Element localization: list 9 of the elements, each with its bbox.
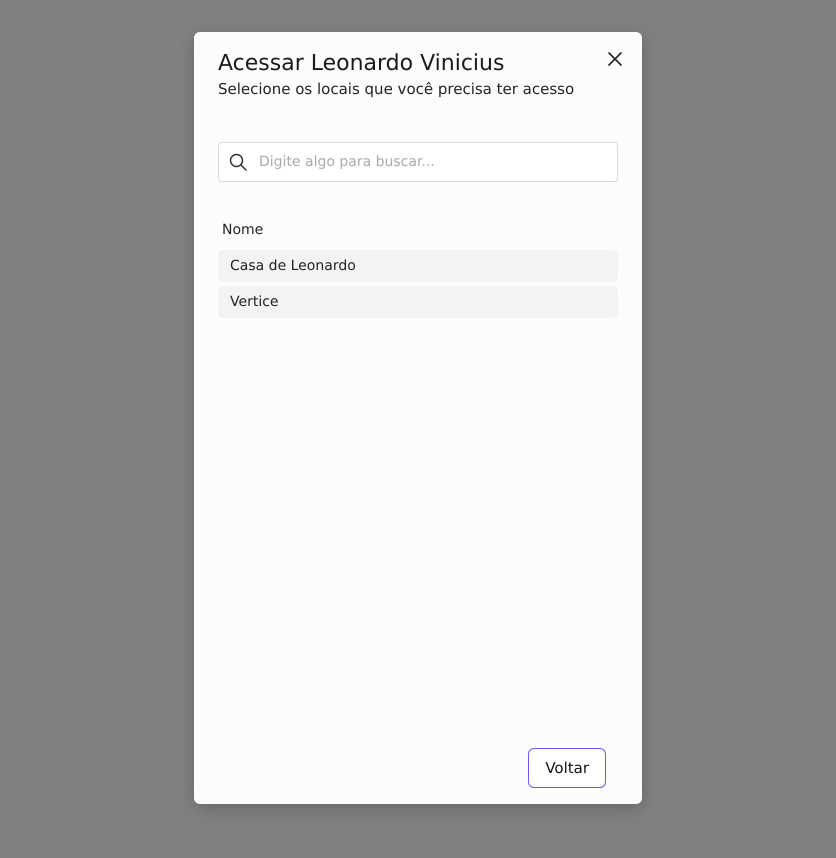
back-button[interactable]: Voltar bbox=[528, 748, 606, 788]
close-icon bbox=[608, 52, 622, 66]
dialog-title: Acessar Leonardo Vinicius bbox=[218, 50, 506, 78]
search-field[interactable]: Digite algo para buscar... bbox=[218, 142, 618, 182]
search-icon bbox=[229, 153, 247, 171]
dialog-subtitle: Selecione os locais que você precisa ter acesso bbox=[218, 79, 574, 100]
column-header: Nome bbox=[222, 222, 264, 238]
list-row[interactable]: Casa de Leonardo bbox=[218, 250, 618, 282]
list-row[interactable]: Vertice bbox=[218, 286, 618, 318]
